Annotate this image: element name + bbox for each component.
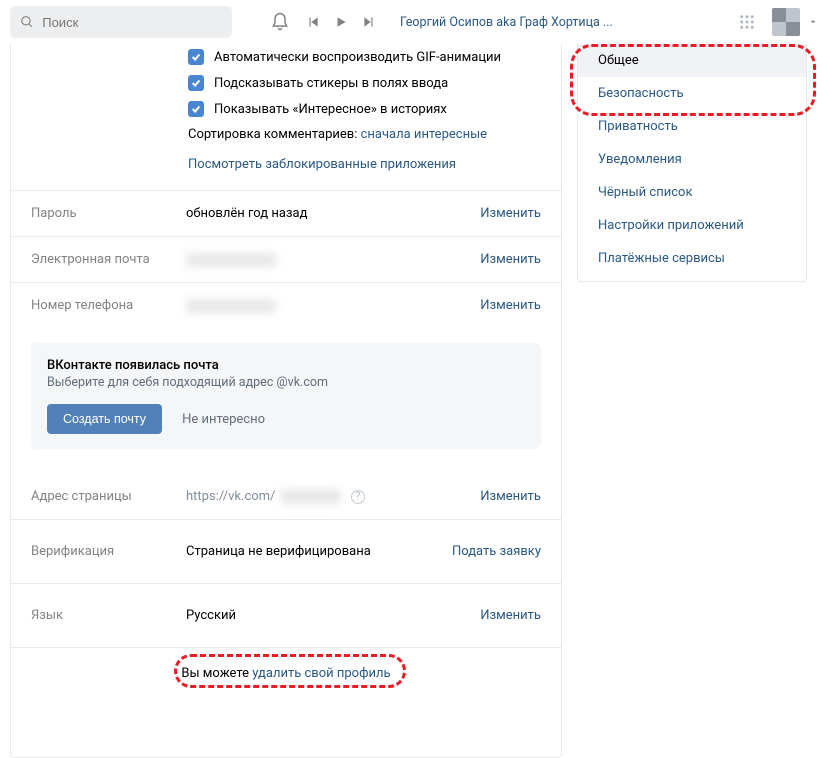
password-label: Пароль bbox=[31, 206, 186, 221]
page-url-label: Адрес страницы bbox=[31, 489, 186, 504]
mail-promo: ВКонтакте появилась почта Выберите для с… bbox=[31, 343, 541, 449]
verify-label: Верификация bbox=[31, 544, 186, 559]
verify-request-link[interactable]: Подать заявку bbox=[452, 544, 541, 559]
password-value: обновлён год назад bbox=[186, 206, 307, 221]
help-icon[interactable]: ? bbox=[351, 490, 365, 504]
services-grid-icon[interactable] bbox=[738, 13, 756, 31]
prev-track-icon[interactable] bbox=[306, 15, 320, 29]
change-email-link[interactable]: Изменить bbox=[480, 252, 541, 267]
avatar[interactable] bbox=[772, 8, 800, 36]
sidebar-item-notifications[interactable]: Уведомления bbox=[578, 143, 806, 176]
search-icon bbox=[20, 14, 34, 30]
sort-value-link[interactable]: сначала интересные bbox=[361, 127, 487, 142]
lang-label: Язык bbox=[31, 608, 186, 623]
checkbox-label: Подсказывать стикеры в полях ввода bbox=[214, 76, 448, 91]
verify-value: Страница не верифицирована bbox=[186, 544, 371, 559]
dismiss-promo-link[interactable]: Не интересно bbox=[182, 412, 265, 427]
sidebar-item-general[interactable]: Общее bbox=[578, 44, 806, 77]
sidebar-item-security[interactable]: Безопасность bbox=[578, 77, 806, 110]
phone-value: xxxxxxxxxx bbox=[186, 299, 276, 313]
sidebar-item-blocklist[interactable]: Чёрный список bbox=[578, 176, 806, 209]
checkbox-sticker-hints[interactable] bbox=[188, 75, 204, 91]
email-value: xxxxxxxxx bbox=[186, 253, 276, 267]
change-lang-link[interactable]: Изменить bbox=[480, 608, 541, 623]
next-track-icon[interactable] bbox=[362, 15, 376, 29]
checkbox-interesting-stories[interactable] bbox=[188, 101, 204, 117]
search-box[interactable] bbox=[10, 6, 232, 38]
settings-sidebar: Общее Безопасность Приватность Уведомлен… bbox=[577, 44, 807, 282]
sort-label: Сортировка комментариев: bbox=[188, 127, 361, 142]
sidebar-item-app-settings[interactable]: Настройки приложений bbox=[578, 209, 806, 242]
sidebar-item-payments[interactable]: Платёжные сервисы bbox=[578, 242, 806, 275]
checkbox-label: Показывать «Интересное» в историях bbox=[214, 102, 447, 117]
change-phone-link[interactable]: Изменить bbox=[480, 298, 541, 313]
sidebar-item-privacy[interactable]: Приватность bbox=[578, 110, 806, 143]
settings-panel: Автоматически воспроизводить GIF-анимаци… bbox=[10, 44, 562, 758]
change-url-link[interactable]: Изменить bbox=[480, 489, 541, 504]
blocked-apps-link[interactable]: Посмотреть заблокированные приложения bbox=[188, 157, 456, 172]
profile-menu-caret-icon[interactable] bbox=[808, 17, 818, 27]
delete-prefix: Вы можете bbox=[181, 666, 252, 681]
checkbox-auto-gif[interactable] bbox=[188, 49, 204, 65]
page-url-value: https://vk.com/xxxxxxxx ? bbox=[186, 489, 365, 504]
search-input[interactable] bbox=[42, 15, 222, 30]
lang-value: Русский bbox=[186, 608, 236, 623]
checkbox-label: Автоматически воспроизводить GIF-анимаци… bbox=[214, 50, 501, 65]
play-icon[interactable] bbox=[334, 15, 348, 29]
track-title[interactable]: Георгий Осипов aka Граф Хортица ... bbox=[400, 15, 613, 30]
change-password-link[interactable]: Изменить bbox=[480, 206, 541, 221]
notifications-icon[interactable] bbox=[270, 12, 290, 32]
email-label: Электронная почта bbox=[31, 252, 186, 267]
promo-title: ВКонтакте появилась почта bbox=[47, 358, 525, 373]
delete-profile-link[interactable]: удалить свой профиль bbox=[252, 666, 390, 681]
promo-subtitle: Выберите для себя подходящий адрес @vk.c… bbox=[47, 375, 525, 390]
create-mail-button[interactable]: Создать почту bbox=[47, 404, 162, 434]
phone-label: Номер телефона bbox=[31, 298, 186, 313]
